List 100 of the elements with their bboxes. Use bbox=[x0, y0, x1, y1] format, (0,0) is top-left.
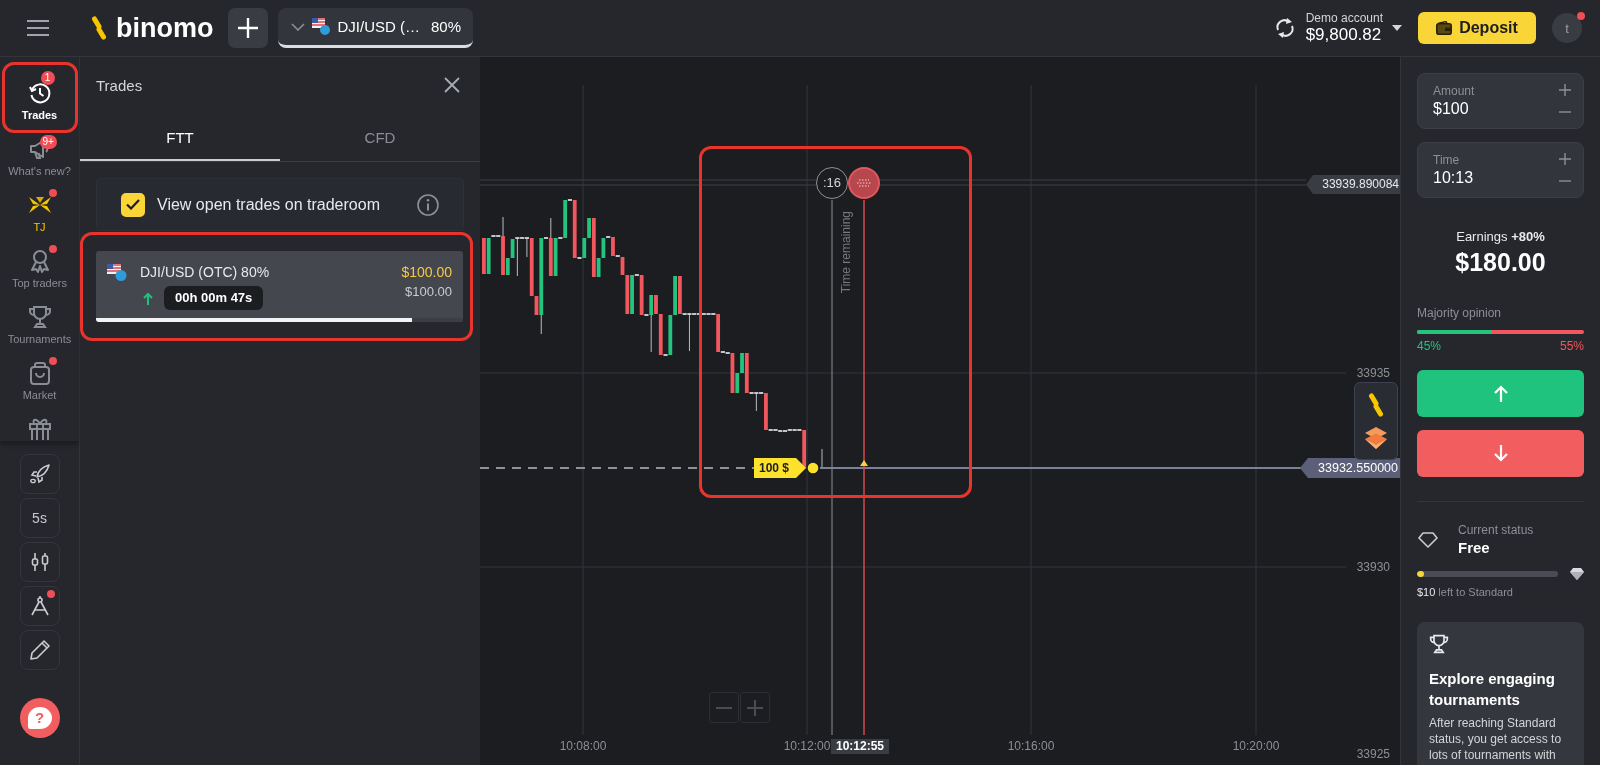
minus-icon bbox=[716, 706, 732, 709]
falling-candle bbox=[716, 314, 720, 352]
countdown-circle: :16 bbox=[816, 167, 848, 199]
diamond-icon bbox=[1418, 532, 1438, 548]
checkbox[interactable] bbox=[121, 192, 145, 217]
plus-icon bbox=[238, 18, 259, 38]
falling-candle bbox=[482, 238, 486, 274]
trade-card[interactable]: DJI/USD (OTC) 80% $100.00 00h 00m 47s $100.00 bbox=[96, 251, 463, 322]
trade-amount: $100.00 bbox=[401, 264, 452, 280]
checkbox-label: View open trades on traderoom bbox=[157, 195, 381, 214]
trade-asset: DJI/USD (OTC) 80% bbox=[140, 264, 271, 280]
amount-field[interactable]: Amount $100 bbox=[1417, 73, 1584, 129]
time-axis-label: 10:08:00 bbox=[558, 739, 608, 754]
promo-title: Explore engaging tournaments bbox=[1429, 669, 1556, 710]
status-label: Current status bbox=[1458, 523, 1534, 537]
logo-wordmark: binomo bbox=[116, 12, 214, 44]
deposit-button[interactable]: Deposit bbox=[1418, 12, 1536, 44]
tool-button[interactable]: 5s bbox=[19, 498, 60, 538]
add-asset-button[interactable] bbox=[228, 8, 269, 48]
falling-candle bbox=[802, 430, 807, 468]
falling-candle bbox=[744, 353, 749, 393]
gem-icon bbox=[1570, 568, 1584, 580]
increase-button[interactable] bbox=[1557, 83, 1573, 97]
rocket-icon bbox=[29, 464, 50, 484]
logo-mark-icon[interactable] bbox=[1367, 393, 1385, 417]
sidebar-item[interactable]: 9+ What's new? bbox=[0, 121, 79, 177]
trophy-icon bbox=[27, 305, 52, 329]
plus-icon bbox=[1559, 153, 1571, 165]
layers-icon[interactable] bbox=[1365, 427, 1387, 449]
flag-icon bbox=[312, 18, 331, 35]
rising-candle bbox=[553, 238, 558, 276]
caret-down-icon bbox=[1392, 25, 1402, 31]
trophy-icon bbox=[1429, 634, 1449, 654]
minus-icon bbox=[1559, 180, 1571, 182]
minus-icon bbox=[1559, 111, 1571, 113]
sidebar-item[interactable]: Market bbox=[0, 345, 79, 401]
account-switcher[interactable]: Demo account $9,800.82 bbox=[1305, 11, 1402, 45]
down-percentage: 55% bbox=[1559, 339, 1584, 353]
panel-title: Trades bbox=[96, 76, 143, 94]
field-value: 10:13 bbox=[1433, 167, 1474, 188]
status-value: Free bbox=[1458, 539, 1491, 557]
avatar-button[interactable]: t bbox=[1552, 13, 1582, 43]
compass-icon bbox=[29, 596, 50, 616]
menu-icon bbox=[27, 20, 49, 36]
countdown-timer: 00h 00m 47s bbox=[164, 286, 264, 310]
falling-candle bbox=[572, 200, 577, 258]
checkmark-icon bbox=[126, 199, 140, 210]
falling-candle bbox=[591, 218, 596, 277]
clock-icon bbox=[27, 81, 52, 105]
shopping-bag-icon bbox=[27, 361, 52, 385]
time-field[interactable]: Time 10:13 bbox=[1417, 142, 1584, 198]
logo-mark-icon bbox=[90, 16, 108, 40]
earnings-value: $180.00 bbox=[1454, 247, 1547, 277]
tab[interactable]: CFD bbox=[280, 113, 480, 161]
falling-candle bbox=[678, 276, 682, 314]
tool-button[interactable] bbox=[19, 630, 60, 670]
arrow-down-icon bbox=[1493, 445, 1508, 462]
promo-card[interactable]: Explore engaging tournaments After reaching Standard status, you get access to lots of tournaments with bbox=[1417, 622, 1584, 765]
gift-icon bbox=[27, 417, 52, 441]
current-price-tag: 33932.550000 bbox=[1300, 458, 1400, 478]
falling-candle bbox=[611, 237, 615, 256]
field-label: Amount bbox=[1433, 83, 1475, 99]
flag-icon bbox=[107, 263, 127, 281]
earnings-label: Earnings +80% bbox=[1455, 229, 1546, 245]
rising-candle bbox=[563, 200, 568, 238]
up-percentage: 45% bbox=[1417, 339, 1442, 353]
increase-button[interactable] bbox=[1557, 152, 1573, 166]
field-label: Time bbox=[1433, 152, 1461, 168]
sidebar-item[interactable]: Tournaments bbox=[0, 289, 79, 345]
dot-marker-icon bbox=[806, 461, 820, 475]
candlestick-icon bbox=[29, 552, 50, 572]
field-value: $100 bbox=[1433, 98, 1470, 119]
sidebar-item[interactable]: TJ bbox=[0, 177, 79, 233]
time-axis-label: 10:12:55 bbox=[831, 739, 889, 754]
wallet-icon bbox=[1436, 21, 1453, 35]
info-icon[interactable] bbox=[417, 193, 439, 216]
pencil-icon bbox=[29, 640, 50, 660]
tool-button[interactable] bbox=[19, 454, 60, 494]
close-icon[interactable] bbox=[444, 77, 460, 93]
price-tag: 33939.890084 bbox=[1306, 175, 1400, 194]
sidebar-item[interactable]: 1 Trades bbox=[0, 65, 79, 121]
tool-button[interactable] bbox=[19, 542, 60, 582]
sidebar-item[interactable]: Top traders bbox=[0, 233, 79, 289]
time-remaining-label: Time remaining bbox=[839, 211, 853, 294]
arrow-up-icon bbox=[1493, 385, 1508, 402]
triangle-marker-icon bbox=[860, 460, 868, 466]
falling-candle bbox=[639, 275, 644, 315]
count-badge: 9+ bbox=[39, 135, 57, 149]
price-axis-label: 33935 bbox=[1355, 366, 1390, 380]
sync-icon[interactable] bbox=[1273, 17, 1296, 39]
expiry-marker-icon bbox=[848, 167, 880, 199]
asset-selector[interactable]: DJI/USD (… 80% bbox=[278, 8, 473, 48]
arrow-up-icon bbox=[143, 291, 153, 305]
plus-icon bbox=[747, 699, 763, 716]
falling-candle bbox=[730, 353, 735, 393]
rising-candle bbox=[630, 275, 634, 314]
tab[interactable]: FTT bbox=[80, 113, 280, 161]
price-axis-label: 33930 bbox=[1355, 560, 1390, 574]
tool-button[interactable] bbox=[19, 586, 60, 626]
price-axis-label: 33925 bbox=[1355, 747, 1390, 761]
